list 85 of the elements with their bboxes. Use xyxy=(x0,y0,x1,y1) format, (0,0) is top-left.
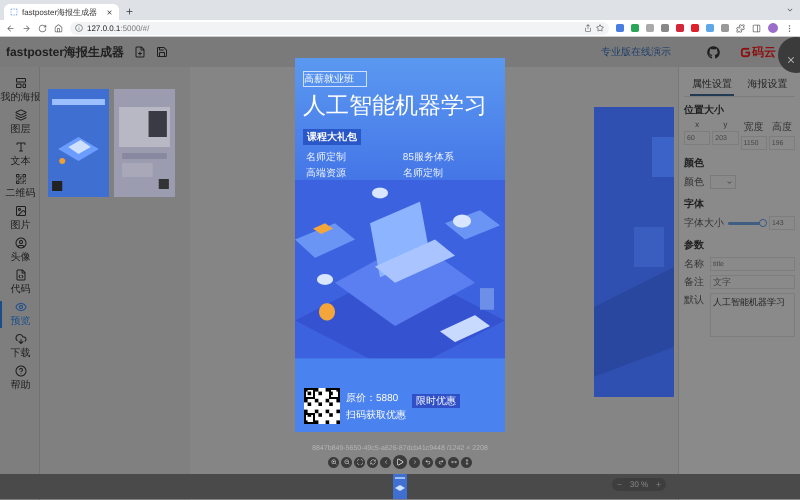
rotate-left-icon xyxy=(424,459,430,465)
field-label: 默认 xyxy=(684,294,705,307)
close-icon[interactable] xyxy=(106,8,113,16)
text-area[interactable]: 人工智能机器学习 xyxy=(710,293,795,337)
color-picker[interactable] xyxy=(710,175,736,189)
reset-icon xyxy=(370,459,376,465)
sidebar-item[interactable]: 图层 xyxy=(0,109,39,136)
home-icon[interactable] xyxy=(54,24,63,32)
sidebar-item[interactable]: 文本 xyxy=(0,141,39,168)
qr-code xyxy=(304,388,340,424)
slider[interactable] xyxy=(728,222,765,224)
back-icon[interactable] xyxy=(6,24,15,32)
poster-title: 人工智能机器学习 xyxy=(303,91,488,120)
new-tab-icon[interactable] xyxy=(125,7,134,16)
star-icon[interactable] xyxy=(596,24,604,32)
field-label: 名称 xyxy=(684,258,705,271)
sidebar-item[interactable]: 代码 xyxy=(0,269,39,296)
feature-item: 高端资源 xyxy=(304,166,347,180)
field-label: 高度 xyxy=(772,120,792,134)
share-icon[interactable] xyxy=(584,24,592,32)
section-heading: 位置大小 xyxy=(684,104,725,117)
panel-tab[interactable]: 海报设置 xyxy=(745,74,790,96)
browser-tab[interactable]: fastposter海报生成器 xyxy=(4,4,119,20)
sidebar-icon[interactable] xyxy=(752,24,761,32)
puzzle-icon[interactable] xyxy=(736,24,745,32)
cloud-download-icon xyxy=(14,333,26,345)
feature-item: 名师定制 xyxy=(402,166,444,180)
text-icon xyxy=(14,141,26,153)
sidebar-item[interactable]: 二维码 xyxy=(0,173,39,200)
zoom-level: 30 % xyxy=(630,480,648,489)
sidebar-item[interactable]: 我的海报 xyxy=(0,77,39,104)
user-icon xyxy=(14,237,26,249)
poster-tag: 高薪就业班 xyxy=(303,71,367,87)
field-label: y xyxy=(723,120,728,129)
field-label: 宽度 xyxy=(744,120,764,134)
template-icon xyxy=(14,77,26,89)
app-title: fastposter海报生成器 xyxy=(6,44,124,60)
scan-hint: 扫码获取优惠 xyxy=(346,408,406,422)
gitee-link[interactable]: 码云 xyxy=(740,44,776,60)
sidebar-item[interactable]: 下载 xyxy=(0,333,39,360)
zoom-in-icon xyxy=(330,459,336,465)
reload-icon[interactable] xyxy=(38,24,47,32)
play-icon xyxy=(396,458,404,466)
panel-tab[interactable]: 属性设置 xyxy=(690,74,734,96)
sidebar-item[interactable]: 帮助 xyxy=(0,365,39,392)
image-icon xyxy=(14,205,26,217)
chevron-down-icon[interactable] xyxy=(786,6,794,14)
flip-horizontal-icon xyxy=(450,459,456,465)
promo-label: 限时优惠 xyxy=(412,394,460,408)
sidebar-item[interactable]: 图片 xyxy=(0,205,39,232)
feature-item: 名师定制 xyxy=(304,150,347,164)
chevron-down-icon xyxy=(726,178,733,186)
code-file-icon xyxy=(14,269,26,281)
input-field[interactable]: 文字 xyxy=(710,275,795,289)
site-icon xyxy=(10,8,18,16)
profile-avatar[interactable] xyxy=(768,23,778,33)
poster-badge: 课程大礼包 xyxy=(303,129,361,145)
feature-item: 85服务体系 xyxy=(402,150,455,164)
qr-code-icon xyxy=(14,173,26,185)
info-icon xyxy=(75,24,83,32)
previous-icon xyxy=(382,459,388,465)
field-label: 字体大小 xyxy=(684,216,724,230)
demo-link[interactable]: 专业版在线演示 xyxy=(601,45,671,59)
section-heading: 参数 xyxy=(684,238,705,252)
address-bar[interactable]: 127.0.0.1:5000/#/ xyxy=(70,22,609,34)
flip-vertical-icon xyxy=(464,459,470,465)
save-icon[interactable] xyxy=(156,46,168,58)
new-file-icon[interactable] xyxy=(134,46,146,58)
help-icon xyxy=(14,365,26,377)
rotate-right-icon xyxy=(438,459,444,465)
section-heading: 颜色 xyxy=(684,156,705,170)
field-label: x xyxy=(695,120,700,129)
eye-icon xyxy=(14,301,26,313)
next-icon xyxy=(412,459,418,465)
price-text: 原价：5880 xyxy=(346,392,400,404)
layers-icon xyxy=(14,109,26,121)
field-label: 颜色 xyxy=(684,176,705,189)
sidebar-item[interactable]: 头像 xyxy=(0,237,39,264)
zoom-out-icon xyxy=(344,459,350,465)
github-icon[interactable] xyxy=(707,46,720,58)
close-icon xyxy=(786,55,796,65)
section-heading: 字体 xyxy=(684,197,705,211)
field-label: 备注 xyxy=(684,276,705,289)
logo xyxy=(740,46,751,58)
forward-icon[interactable] xyxy=(22,24,31,32)
